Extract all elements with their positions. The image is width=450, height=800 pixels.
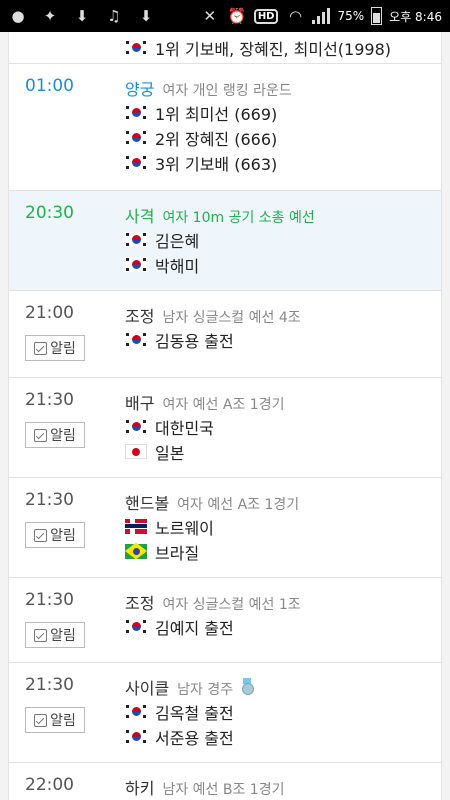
event-description: 남자 경주 — [177, 682, 234, 698]
event-row[interactable]: 22:00 하키 남자 예선 B조 1경기 — [9, 763, 441, 800]
participant-line: 서준용 출전 — [125, 724, 441, 749]
event-row[interactable]: 21:30 알림 핸드볼 여자 예선 A조 1경기 노르웨이 브라질 — [9, 478, 441, 578]
battery-percent: 75% — [337, 9, 365, 23]
team-line: 노르웨이 — [125, 514, 441, 539]
team-line: 브라질 — [125, 539, 441, 564]
schedule-content: 1위 기보배, 장혜진, 최미선(1998) 01:00 양궁 여자 개인 랭킹… — [8, 32, 442, 800]
team-line: 일본 — [125, 439, 441, 464]
event-time: 22:00 — [25, 775, 74, 795]
event-sport[interactable]: 배구 — [125, 390, 154, 414]
participant-line: 김은혜 — [125, 227, 441, 252]
participant-line: 3위 기보배 (663) — [125, 150, 441, 175]
participant-line: 1위 최미선 (669) — [125, 100, 441, 125]
event-time: 21:30 — [25, 390, 74, 410]
twitter-notification-icon: ✦ — [43, 7, 57, 25]
korea-flag-icon — [125, 40, 147, 55]
brazil-flag-icon — [125, 544, 147, 559]
japan-flag-icon — [125, 444, 147, 459]
event-sport[interactable]: 사이클 — [125, 675, 169, 699]
event-row[interactable]: 01:00 양궁 여자 개인 랭킹 라운드 1위 최미선 (669) 2위 장혜… — [9, 64, 441, 191]
team-line: 대한민국 — [125, 414, 441, 439]
status-bar: ● ✦ ⬇ ♫ ⬇ ✕ ⏰ HD ◠ 75% 오후 8:46 — [0, 0, 450, 32]
alarm-clock-icon: ⏰ — [227, 7, 247, 25]
korea-flag-icon — [125, 619, 147, 634]
chat-notification-icon: ● — [11, 7, 25, 25]
korea-flag-icon — [125, 105, 147, 120]
alarm-button[interactable]: 알림 — [25, 707, 85, 733]
event-time: 21:30 — [25, 590, 74, 610]
event-description: 남자 예선 B조 1경기 — [162, 782, 285, 798]
event-time: 21:30 — [25, 490, 74, 510]
event-time: 01:00 — [25, 76, 74, 96]
event-description: 남자 싱글스컬 예선 4조 — [162, 310, 301, 326]
event-sport[interactable]: 양궁 — [125, 76, 154, 100]
alarm-button[interactable]: 알림 — [25, 522, 85, 548]
participant-line: 2위 장혜진 (666) — [125, 125, 441, 150]
korea-flag-icon — [125, 729, 147, 744]
download-notification-icon: ⬇ — [139, 7, 153, 25]
hd-voice-icon: HD — [253, 8, 279, 24]
event-time: 21:00 — [25, 303, 74, 323]
korea-flag-icon — [125, 130, 147, 145]
calendar-check-icon — [34, 528, 48, 542]
event-description: 여자 개인 랭킹 라운드 — [162, 83, 292, 99]
event-time: 21:30 — [25, 675, 74, 695]
event-description: 여자 예선 A조 1경기 — [162, 397, 285, 413]
korea-flag-icon — [125, 332, 147, 347]
clock: 오후 8:46 — [389, 9, 442, 24]
event-row[interactable]: 21:30 알림 조정 여자 싱글스컬 예선 1조 김예지 출전 — [9, 578, 441, 663]
download-notification-icon: ⬇ — [75, 7, 89, 25]
korea-flag-icon — [125, 419, 147, 434]
battery-icon — [371, 7, 383, 25]
event-sport[interactable]: 하키 — [125, 775, 154, 799]
music-notification-icon: ♫ — [107, 7, 121, 25]
mute-icon: ✕ — [203, 7, 217, 25]
result-line: 1위 기보배, 장혜진, 최미선(1998) — [125, 35, 391, 60]
event-row-live[interactable]: 20:30 사격 여자 10m 공기 소총 예선 김은혜 박해미 — [9, 191, 441, 291]
korea-flag-icon — [125, 257, 147, 272]
event-description: 여자 예선 A조 1경기 — [177, 497, 300, 513]
event-sport[interactable]: 핸드볼 — [125, 490, 169, 514]
wifi-icon: ◠ — [288, 7, 303, 25]
event-time: 20:30 — [25, 203, 74, 223]
korea-flag-icon — [125, 232, 147, 247]
event-sport[interactable]: 사격 — [125, 203, 154, 227]
calendar-check-icon — [34, 341, 48, 355]
alarm-button[interactable]: 알림 — [25, 335, 85, 361]
event-row[interactable]: 21:30 알림 사이클 남자 경주 김옥철 출전 서준용 출전 — [9, 663, 441, 763]
event-description: 여자 10m 공기 소총 예선 — [162, 210, 315, 226]
side-gutter — [442, 32, 450, 800]
event-sport[interactable]: 조정 — [125, 303, 154, 327]
schedule-list[interactable]: 1위 기보배, 장혜진, 최미선(1998) 01:00 양궁 여자 개인 랭킹… — [0, 32, 450, 800]
result-text: 1위 기보배, 장혜진, 최미선(1998) — [155, 39, 392, 59]
korea-flag-icon — [125, 155, 147, 170]
participant-line: 박해미 — [125, 252, 441, 277]
participant-line: 김예지 출전 — [125, 614, 441, 639]
cell-signal-icon — [312, 8, 331, 24]
norway-flag-icon — [125, 519, 147, 534]
alarm-button[interactable]: 알림 — [25, 422, 85, 448]
event-sport[interactable]: 조정 — [125, 590, 154, 614]
calendar-check-icon — [34, 628, 48, 642]
korea-flag-icon — [125, 704, 147, 719]
participant-line: 김동용 출전 — [125, 327, 441, 352]
list-item: 1위 기보배, 장혜진, 최미선(1998) — [9, 32, 441, 64]
alarm-button[interactable]: 알림 — [25, 622, 85, 648]
medal-icon — [241, 678, 255, 695]
participant-line: 김옥철 출전 — [125, 699, 441, 724]
event-description: 여자 싱글스컬 예선 1조 — [162, 597, 301, 613]
calendar-check-icon — [34, 713, 48, 727]
calendar-check-icon — [34, 428, 48, 442]
event-row[interactable]: 21:00 알림 조정 남자 싱글스컬 예선 4조 김동용 출전 — [9, 291, 441, 378]
event-row[interactable]: 21:30 알림 배구 여자 예선 A조 1경기 대한민국 일본 — [9, 378, 441, 478]
